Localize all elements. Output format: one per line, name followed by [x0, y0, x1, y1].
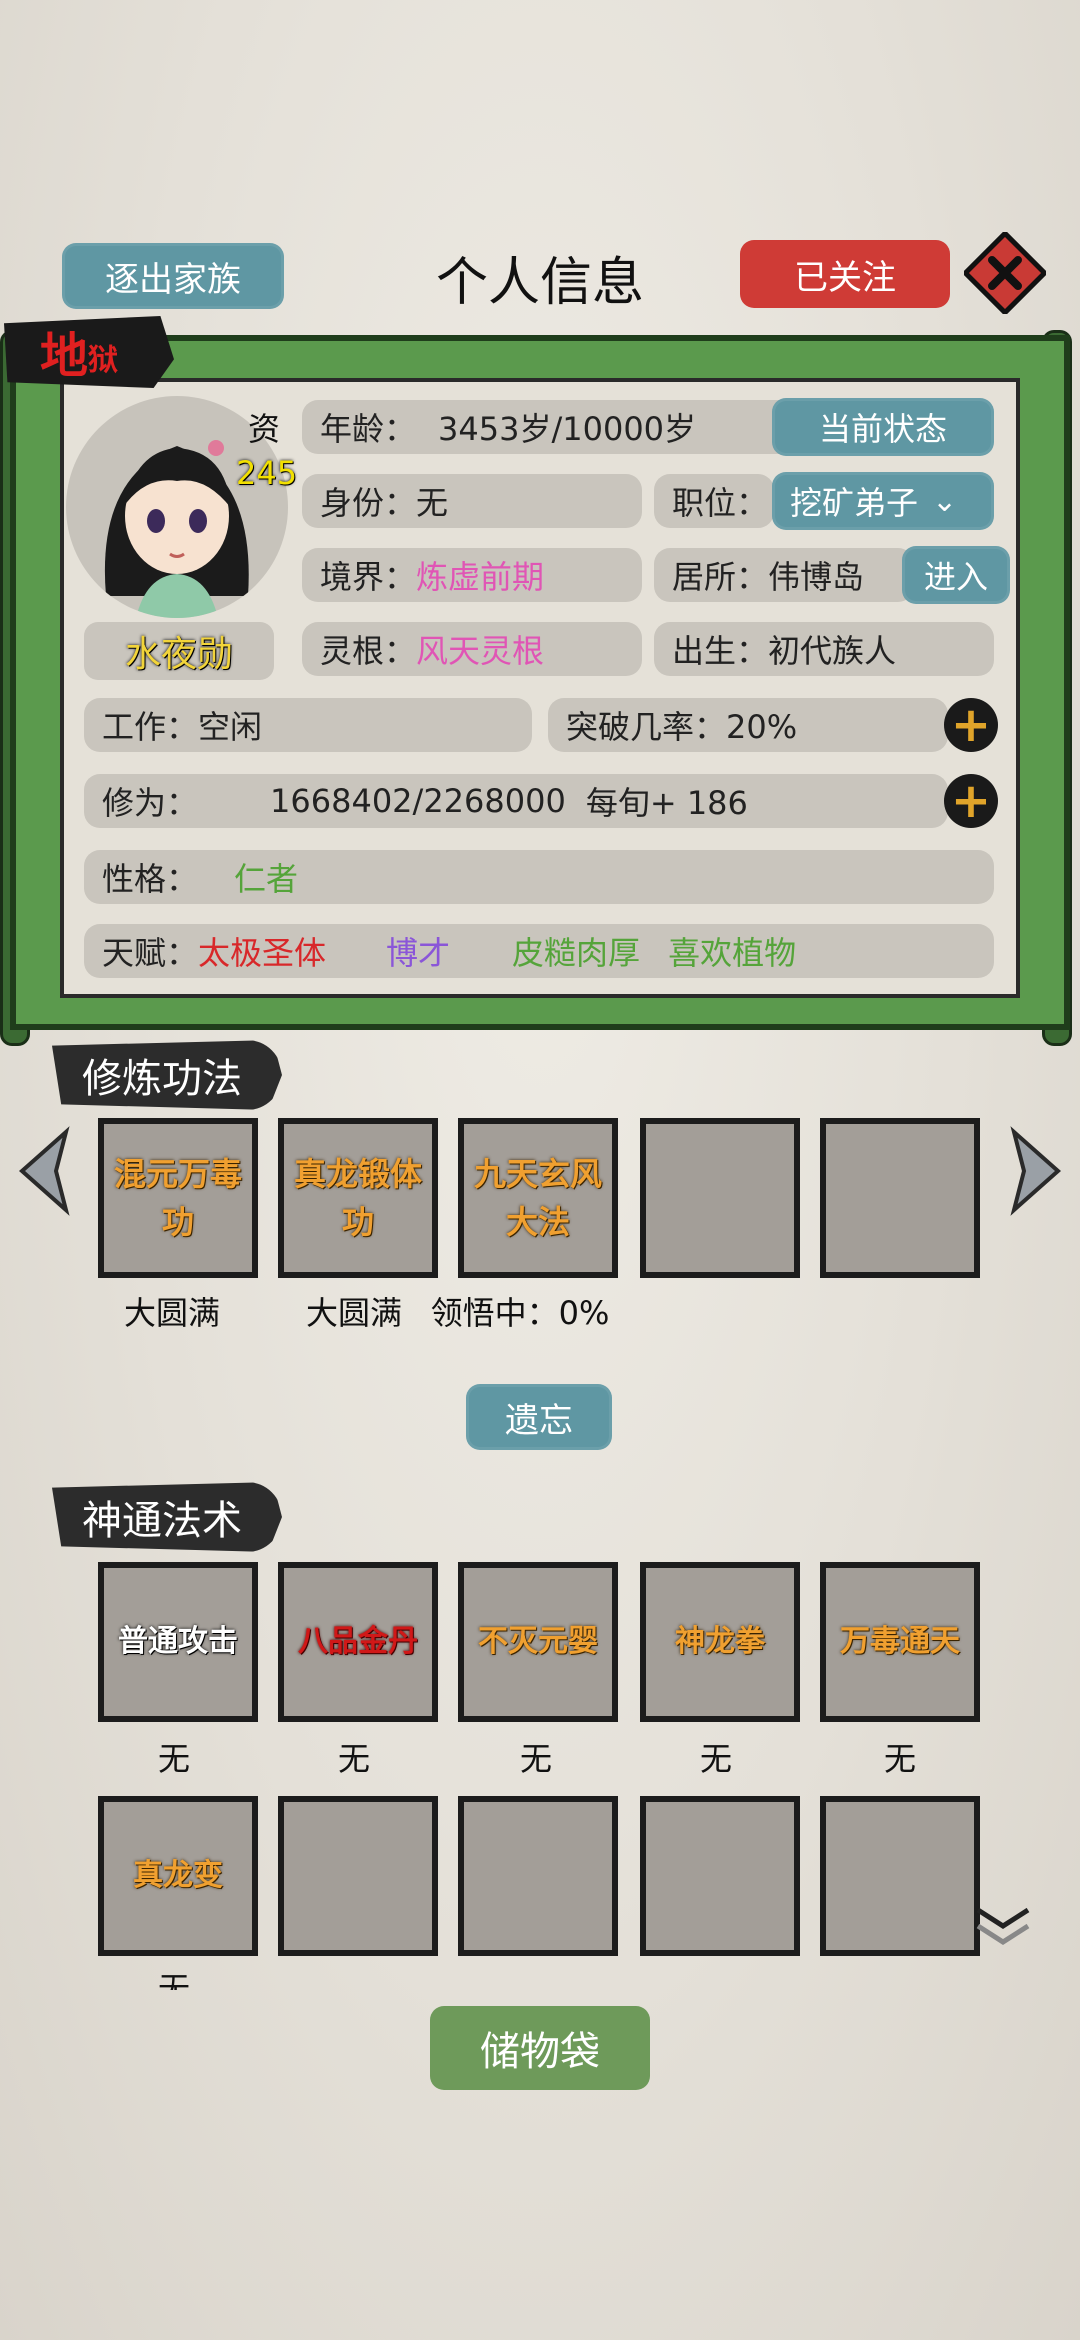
skill-status: 无: [699, 1740, 732, 1778]
character-name: 水夜勋: [84, 622, 274, 680]
position-field: 职位：: [654, 474, 774, 528]
rank-badge-sub: 狱: [88, 343, 119, 378]
cultivation-rate: 每旬+ 186: [585, 784, 748, 822]
skill-slot-empty[interactable]: [278, 1796, 438, 1956]
skill-status: 无: [157, 1740, 190, 1778]
position-select[interactable]: 挖矿弟子 ⌄: [772, 472, 994, 530]
cultivation-label: 修为：: [102, 784, 199, 822]
spirit-root-value: 风天灵根: [416, 632, 545, 670]
personality-label: 性格：: [102, 860, 199, 898]
follow-button[interactable]: 已关注: [740, 240, 950, 308]
skill-slot-empty[interactable]: [820, 1796, 980, 1956]
storage-bag-button[interactable]: 储物袋: [430, 2006, 650, 2090]
breakthrough-plus-button[interactable]: +: [944, 697, 998, 753]
technique-slot[interactable]: 九天玄风大法: [458, 1118, 618, 1278]
skill-slot[interactable]: 不灭元婴: [458, 1562, 618, 1722]
technique-status: 大圆满: [123, 1294, 220, 1332]
skill-slot[interactable]: 真龙变: [98, 1796, 258, 1956]
cultivation-plus-button[interactable]: +: [944, 773, 998, 829]
aptitude-value: 245: [236, 454, 298, 492]
talent-field: 天赋： 太极圣体 博才 皮糙肉厚 喜欢植物: [84, 924, 994, 978]
page-title: 个人信息: [435, 253, 644, 313]
personality-value: 仁者: [234, 860, 299, 898]
position-value: 挖矿弟子: [790, 484, 919, 522]
spirit-root-field: 灵根： 风天灵根: [302, 622, 642, 676]
cultivation-value: 1668402/2268000: [270, 782, 566, 820]
age-label: 年龄：: [320, 410, 417, 448]
residence-field: 居所： 伟博岛: [654, 548, 914, 602]
chevron-left-icon: [18, 1126, 70, 1216]
double-chevron-down-icon: [976, 1907, 1030, 1945]
aptitude-label: 资: [248, 410, 281, 448]
skill-slot[interactable]: 普通攻击: [98, 1562, 258, 1722]
technique-slot-empty[interactable]: [820, 1118, 980, 1278]
chevron-right-icon: [1010, 1126, 1062, 1216]
realm-value: 炼虚前期: [416, 558, 545, 596]
birth-field: 出生： 初代族人: [654, 622, 994, 676]
skill-status: 无: [337, 1740, 370, 1778]
skill-slot[interactable]: 八品金丹: [278, 1562, 438, 1722]
current-status-button[interactable]: 当前状态: [772, 398, 994, 456]
rank-badge: 地 狱: [4, 316, 174, 388]
technique-status: 大圆满: [305, 1294, 402, 1332]
technique-slot[interactable]: 混元万毒功: [98, 1118, 258, 1278]
work-field: 工作：空闲: [84, 698, 532, 752]
talent-item: 喜欢植物: [668, 934, 797, 972]
talent-label: 天赋：: [102, 934, 199, 972]
technique-slot-empty[interactable]: [640, 1118, 800, 1278]
technique-slot[interactable]: 真龙锻体功: [278, 1118, 438, 1278]
birth-value: 初代族人: [768, 632, 897, 670]
rank-badge-main: 地: [40, 328, 89, 384]
technique-status: 领悟中：0%: [430, 1294, 610, 1332]
realm-label: 境界：: [320, 558, 417, 596]
residence-label: 居所：: [672, 558, 769, 596]
talent-item: 皮糙肉厚: [512, 934, 641, 972]
talent-item: 博才: [386, 934, 451, 972]
residence-value: 伟博岛: [768, 558, 865, 596]
skill-status: 无: [157, 1970, 190, 1990]
skill-slot[interactable]: 万毒通天: [820, 1562, 980, 1722]
next-arrow-button[interactable]: [1006, 1126, 1066, 1216]
spirit-root-label: 灵根：: [320, 632, 417, 670]
close-button[interactable]: [961, 229, 1049, 317]
realm-field: 境界： 炼虚前期: [302, 548, 642, 602]
chevron-down-icon: ⌄: [932, 483, 958, 519]
skills-section-title: 神通法术: [52, 1482, 282, 1552]
expel-family-button[interactable]: 逐出家族: [62, 243, 284, 309]
skill-status: 无: [519, 1740, 552, 1778]
skill-slot[interactable]: 神龙拳: [640, 1562, 800, 1722]
breakthrough-field: 突破几率：20%: [548, 698, 948, 752]
cultivation-field: 修为： 1668402/2268000 每旬+ 186: [84, 774, 948, 828]
age-value: 3453岁/10000岁: [438, 410, 697, 448]
enter-button[interactable]: 进入: [902, 546, 1010, 604]
techniques-section-title: 修炼功法: [52, 1040, 282, 1110]
forget-button[interactable]: 遗忘: [466, 1384, 612, 1450]
skill-slot-empty[interactable]: [640, 1796, 800, 1956]
close-icon: [961, 229, 1049, 317]
scroll-down-button[interactable]: [972, 1902, 1034, 1952]
talent-item: 太极圣体: [198, 934, 327, 972]
prev-arrow-button[interactable]: [14, 1126, 74, 1216]
skill-slot-empty[interactable]: [458, 1796, 618, 1956]
plus-icon: +: [950, 697, 992, 753]
plus-icon: +: [950, 773, 992, 829]
identity-field: 身份：无: [302, 474, 642, 528]
skill-status: 无: [883, 1740, 916, 1778]
personality-field: 性格： 仁者: [84, 850, 994, 904]
birth-label: 出生：: [672, 632, 769, 670]
